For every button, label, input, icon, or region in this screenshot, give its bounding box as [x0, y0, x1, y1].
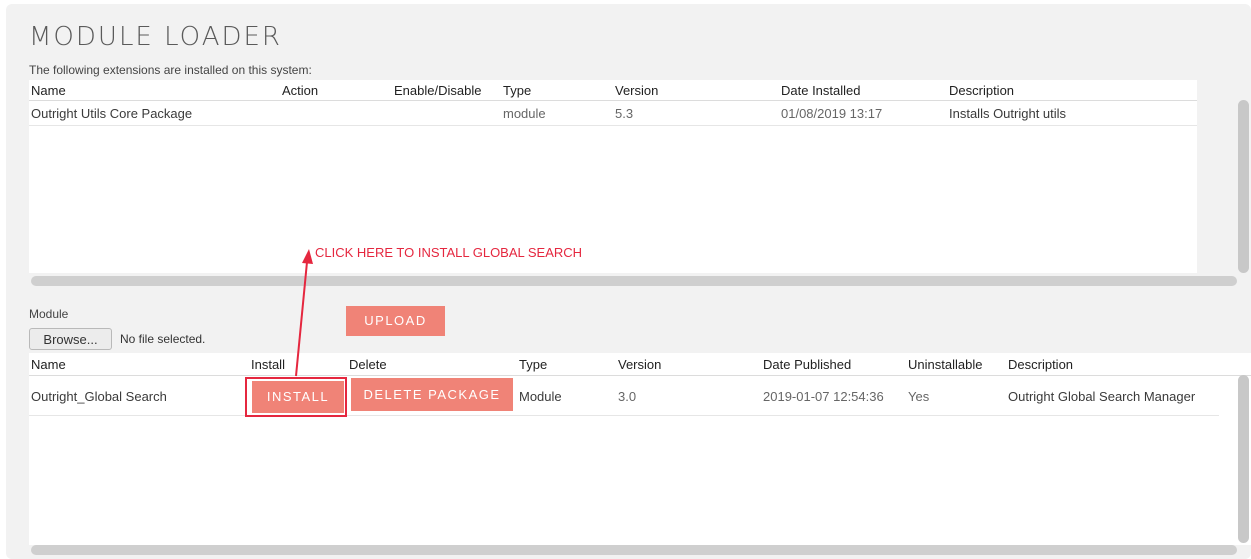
- package-date-published: 2019-01-07 12:54:36: [763, 389, 884, 404]
- extension-type: module: [503, 106, 546, 121]
- package-type: Module: [519, 389, 562, 404]
- col-type: Type: [519, 357, 548, 372]
- packages-horizontal-scrollbar[interactable]: [31, 545, 1237, 555]
- installed-vertical-scrollbar[interactable]: [1238, 100, 1249, 273]
- col-name: Name: [31, 83, 66, 98]
- package-uninstallable: Yes: [908, 389, 930, 404]
- file-status: No file selected.: [120, 332, 206, 346]
- page-title: MODULE LOADER: [29, 22, 282, 52]
- col-date-published: Date Published: [763, 357, 852, 372]
- packages-table: Name Install Delete Type Version Date Pu…: [29, 353, 1251, 545]
- installed-horizontal-scrollbar[interactable]: [31, 276, 1237, 286]
- col-name: Name: [31, 357, 66, 372]
- installed-extensions-table: Name Action Enable/Disable Type Version …: [29, 80, 1197, 273]
- col-version: Version: [615, 83, 659, 98]
- col-date-installed: Date Installed: [781, 83, 861, 98]
- packages-vertical-scrollbar[interactable]: [1238, 375, 1249, 543]
- module-label: Module: [29, 307, 69, 321]
- col-type: Type: [503, 83, 532, 98]
- row-divider: [29, 415, 1219, 416]
- col-install: Install: [251, 357, 285, 372]
- col-description: Description: [949, 83, 1015, 98]
- install-highlight-box: [245, 377, 347, 417]
- col-description: Description: [1008, 357, 1074, 372]
- delete-package-button[interactable]: DELETE PACKAGE: [351, 378, 513, 411]
- col-enable-disable: Enable/Disable: [394, 83, 482, 98]
- packages-table-header: Name Install Delete Type Version Date Pu…: [29, 353, 1251, 376]
- installed-table-header: Name Action Enable/Disable Type Version …: [29, 80, 1197, 101]
- extension-version: 5.3: [615, 106, 634, 121]
- col-uninstallable: Uninstallable: [908, 357, 983, 372]
- annotation-callout: CLICK HERE TO INSTALL GLOBAL SEARCH: [315, 245, 583, 260]
- extension-name: Outright Utils Core Package: [31, 106, 193, 121]
- extension-description: Installs Outright utils: [949, 106, 1067, 121]
- col-version: Version: [618, 357, 662, 372]
- col-delete: Delete: [349, 357, 387, 372]
- col-action: Action: [282, 83, 319, 98]
- extension-date-installed: 01/08/2019 13:17: [781, 106, 883, 121]
- row-divider: [29, 125, 1197, 126]
- package-name: Outright_Global Search: [31, 389, 167, 404]
- browse-button[interactable]: Browse...: [29, 328, 112, 350]
- upload-button[interactable]: UPLOAD: [346, 306, 445, 336]
- installed-extensions-caption: The following extensions are installed o…: [29, 63, 312, 77]
- package-description: Outright Global Search Manager: [1008, 389, 1196, 404]
- package-version: 3.0: [618, 389, 637, 404]
